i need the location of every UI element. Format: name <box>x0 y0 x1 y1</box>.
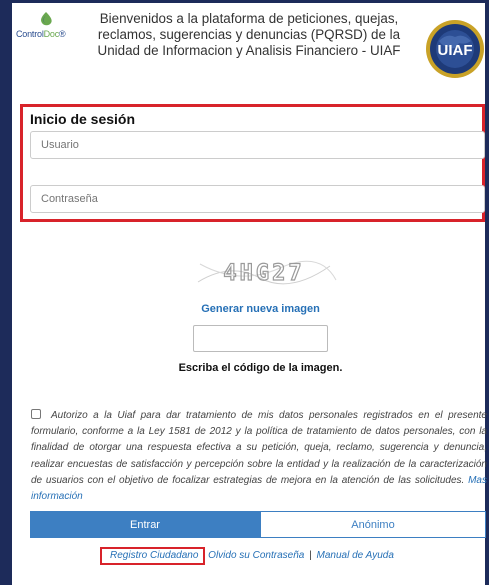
anonymous-button[interactable]: Anónimo <box>260 511 486 538</box>
captcha-image: 4HG27 <box>190 252 338 292</box>
captcha-code: 4HG27 <box>223 261 304 286</box>
password-input[interactable] <box>30 185 485 213</box>
left-border <box>0 0 12 585</box>
title-line-2: reclamos, sugerencias y denuncias (PQRSD… <box>97 27 401 42</box>
consent-checkbox[interactable] <box>31 409 41 419</box>
seal-text: UIAF <box>438 42 473 59</box>
footer-links: Registro Ciudadano Olvido su Contraseña … <box>100 547 394 565</box>
forgot-password-link[interactable]: Olvido su Contraseña <box>208 550 304 561</box>
link-separator: | <box>309 550 312 561</box>
captcha-input[interactable] <box>193 325 328 352</box>
controldoc-logo: ControlDoc® <box>16 11 74 51</box>
page-title: Bienvenidos a la plataforma de peticione… <box>76 11 422 59</box>
login-title: Inicio de sesión <box>30 111 136 127</box>
title-line-1: Bienvenidos a la plataforma de peticione… <box>99 11 399 26</box>
help-manual-link[interactable]: Manual de Ayuda <box>317 550 394 561</box>
consent-block: Autorizo a la Uiaf para dar tratamiento … <box>31 408 487 505</box>
enter-button[interactable]: Entrar <box>30 511 260 538</box>
action-buttons: Entrar Anónimo <box>30 511 486 538</box>
header: ControlDoc® Bienvenidos a la plataforma … <box>12 3 485 93</box>
login-panel: Inicio de sesión <box>20 104 485 222</box>
captcha-caption: Escriba el código de la imagen. <box>178 362 343 374</box>
title-line-3: Unidad de Informacion y Analisis Financi… <box>97 43 401 58</box>
consent-text: Autorizo a la Uiaf para dar tratamiento … <box>31 410 487 486</box>
uiaf-seal-logo: UIAF <box>426 20 484 78</box>
register-link[interactable]: Registro Ciudadano <box>100 547 206 565</box>
controldoc-drop-icon <box>41 12 52 26</box>
generate-new-image-link[interactable]: Generar nueva imagen <box>12 303 489 315</box>
controldoc-wordmark: ControlDoc® <box>16 29 66 39</box>
username-input[interactable] <box>30 131 485 159</box>
